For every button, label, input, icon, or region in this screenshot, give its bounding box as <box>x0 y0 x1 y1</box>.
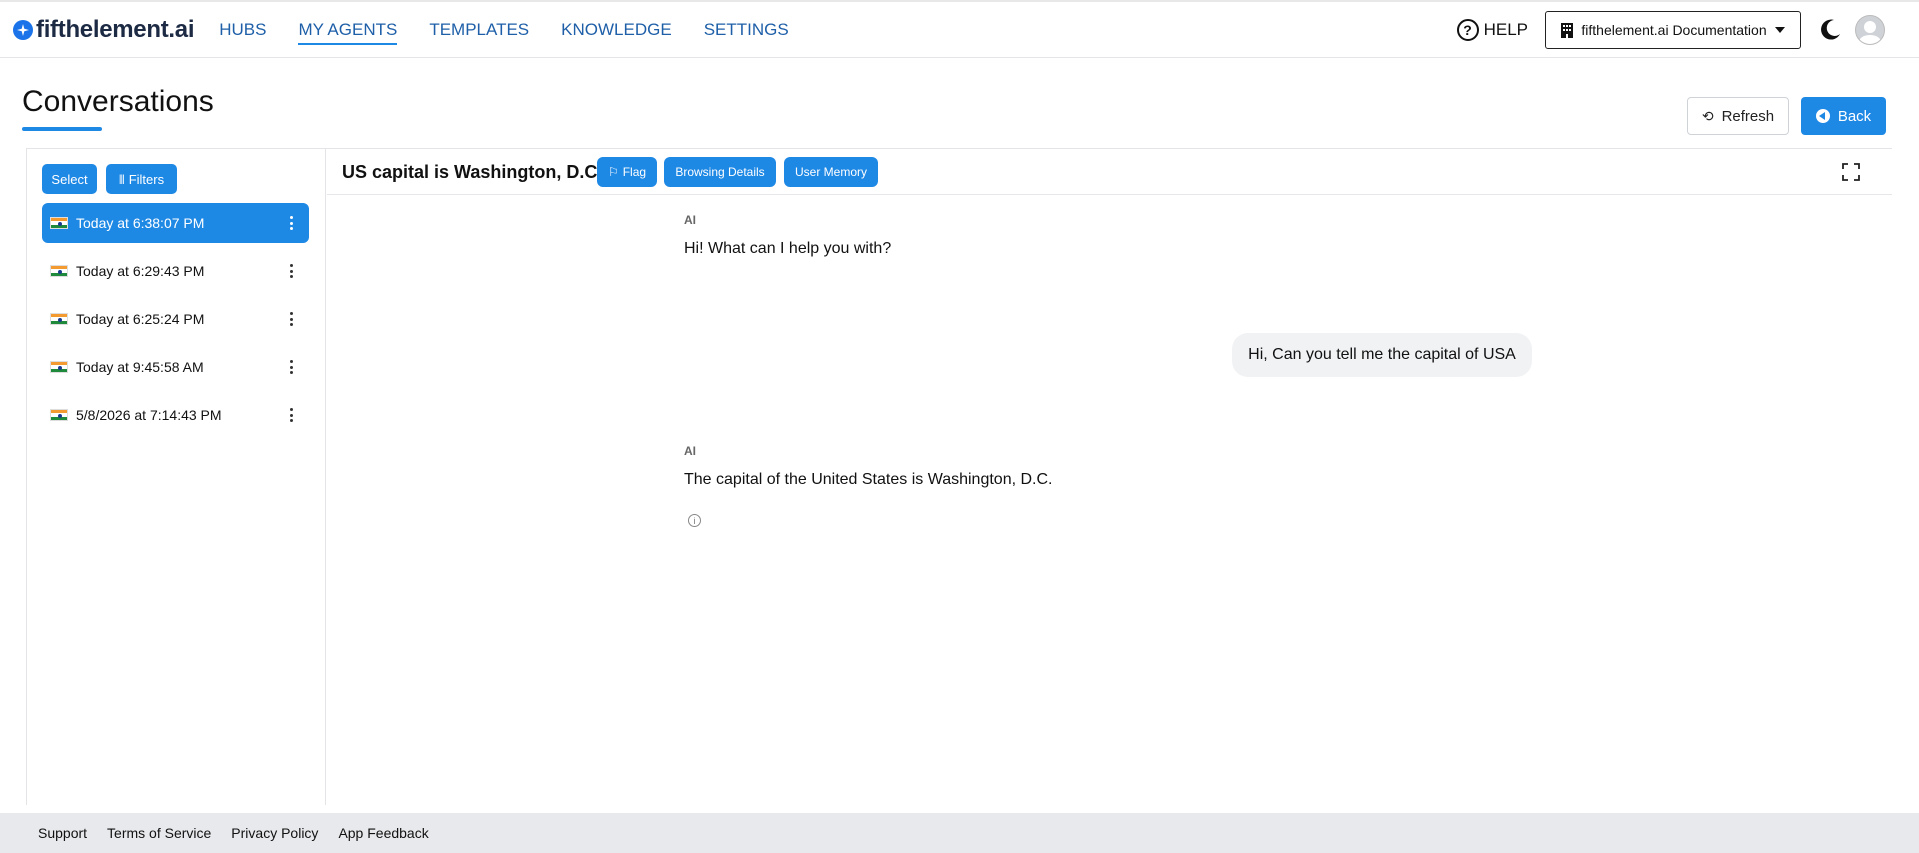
main-nav: HUBS MY AGENTS TEMPLATES KNOWLEDGE SETTI… <box>219 2 821 57</box>
conversation-list: Today at 6:38:07 PM Today at 6:29:43 PM … <box>42 203 309 443</box>
title-underline <box>22 127 102 131</box>
org-selector-dropdown[interactable]: fifthelement.ai Documentation <box>1545 11 1801 49</box>
flag-button[interactable]: ⚐ Flag <box>597 157 657 187</box>
kebab-menu-icon[interactable] <box>289 264 293 278</box>
top-navigation: fifthelement.ai HUBS MY AGENTS TEMPLATES… <box>0 0 1919 58</box>
nav-settings[interactable]: SETTINGS <box>704 2 789 57</box>
kebab-menu-icon[interactable] <box>289 408 293 422</box>
select-button[interactable]: Select <box>42 164 97 194</box>
footer-privacy-link[interactable]: Privacy Policy <box>231 825 318 841</box>
user-message-bubble: Hi, Can you tell me the capital of USA <box>1232 333 1532 377</box>
conversation-item[interactable]: Today at 6:25:24 PM <box>42 299 309 339</box>
conversation-item[interactable]: Today at 6:29:43 PM <box>42 251 309 291</box>
back-label: Back <box>1837 107 1872 125</box>
ai-message-text: Hi! What can I help you with? <box>684 240 892 257</box>
ai-message-text: The capital of the United States is Wash… <box>684 471 1053 488</box>
kebab-menu-icon[interactable] <box>289 360 293 374</box>
org-selector-label: fifthelement.ai Documentation <box>1581 22 1767 38</box>
back-arrow-icon <box>1815 109 1830 123</box>
conversation-item[interactable]: Today at 6:38:07 PM <box>42 203 309 243</box>
nav-hubs[interactable]: HUBS <box>219 2 266 57</box>
india-flag-icon <box>50 313 68 325</box>
flag-icon: ⚐ <box>607 165 619 179</box>
india-flag-icon <box>50 361 68 373</box>
refresh-label: Refresh <box>1721 107 1775 125</box>
kebab-menu-icon[interactable] <box>289 312 293 326</box>
page-title: Conversations <box>22 85 214 118</box>
nav-knowledge[interactable]: KNOWLEDGE <box>561 2 672 57</box>
sliders-icon: ||| <box>118 173 125 185</box>
conversation-timestamp: Today at 6:25:24 PM <box>76 311 205 327</box>
conversation-item[interactable]: 5/8/2026 at 7:14:43 PM <box>42 395 309 435</box>
conversation-timestamp: 5/8/2026 at 7:14:43 PM <box>76 407 222 423</box>
logo-text: fifthelement.ai <box>36 15 195 43</box>
conversation-sidebar: Select ||| Filters Today at 6:38:07 PM T… <box>26 148 326 805</box>
conversation-timestamp: Today at 6:29:43 PM <box>76 263 205 279</box>
conversation-item[interactable]: Today at 9:45:58 AM <box>42 347 309 387</box>
app-logo[interactable]: fifthelement.ai <box>13 15 195 44</box>
browsing-details-button[interactable]: Browsing Details <box>664 157 776 187</box>
fullscreen-icon[interactable] <box>1842 163 1860 181</box>
conversation-timestamp: Today at 9:45:58 AM <box>76 359 204 375</box>
kebab-menu-icon[interactable] <box>289 216 293 230</box>
conversation-timestamp: Today at 6:38:07 PM <box>76 215 205 231</box>
nav-right-actions: ? HELP fifthelement.ai Documentation <box>1456 2 1919 58</box>
nav-templates[interactable]: TEMPLATES <box>429 2 529 57</box>
footer: Support Terms of Service Privacy Policy … <box>0 813 1919 853</box>
refresh-button[interactable]: ⟲ Refresh <box>1687 97 1789 135</box>
back-button[interactable]: Back <box>1801 97 1886 135</box>
help-label: HELP <box>1483 20 1528 39</box>
building-icon <box>1561 22 1574 38</box>
info-icon[interactable]: i <box>688 514 701 527</box>
flag-label: Flag <box>622 165 647 179</box>
moon-icon[interactable] <box>1817 17 1843 43</box>
india-flag-icon <box>50 265 68 277</box>
help-link[interactable]: ? HELP <box>1456 19 1528 41</box>
ai-sender-label: AI <box>684 213 696 227</box>
chat-header: US capital is Washington, D.C. ⚐ Flag Br… <box>327 148 1892 195</box>
caret-down-icon <box>1774 27 1785 33</box>
footer-terms-link[interactable]: Terms of Service <box>107 825 211 841</box>
filters-label: Filters <box>128 171 165 187</box>
ai-sender-label: AI <box>684 444 696 458</box>
footer-feedback-link[interactable]: App Feedback <box>338 825 428 841</box>
filters-button[interactable]: ||| Filters <box>106 164 177 194</box>
india-flag-icon <box>50 409 68 421</box>
refresh-icon: ⟲ <box>1701 107 1714 124</box>
question-circle-icon: ? <box>1456 19 1479 41</box>
user-memory-button[interactable]: User Memory <box>784 157 878 187</box>
sparkle-logo-icon <box>13 19 33 40</box>
footer-support-link[interactable]: Support <box>38 825 87 841</box>
india-flag-icon <box>50 217 68 229</box>
nav-my-agents[interactable]: MY AGENTS <box>298 2 397 57</box>
user-avatar[interactable] <box>1855 15 1885 45</box>
chat-title: US capital is Washington, D.C. <box>342 162 603 182</box>
